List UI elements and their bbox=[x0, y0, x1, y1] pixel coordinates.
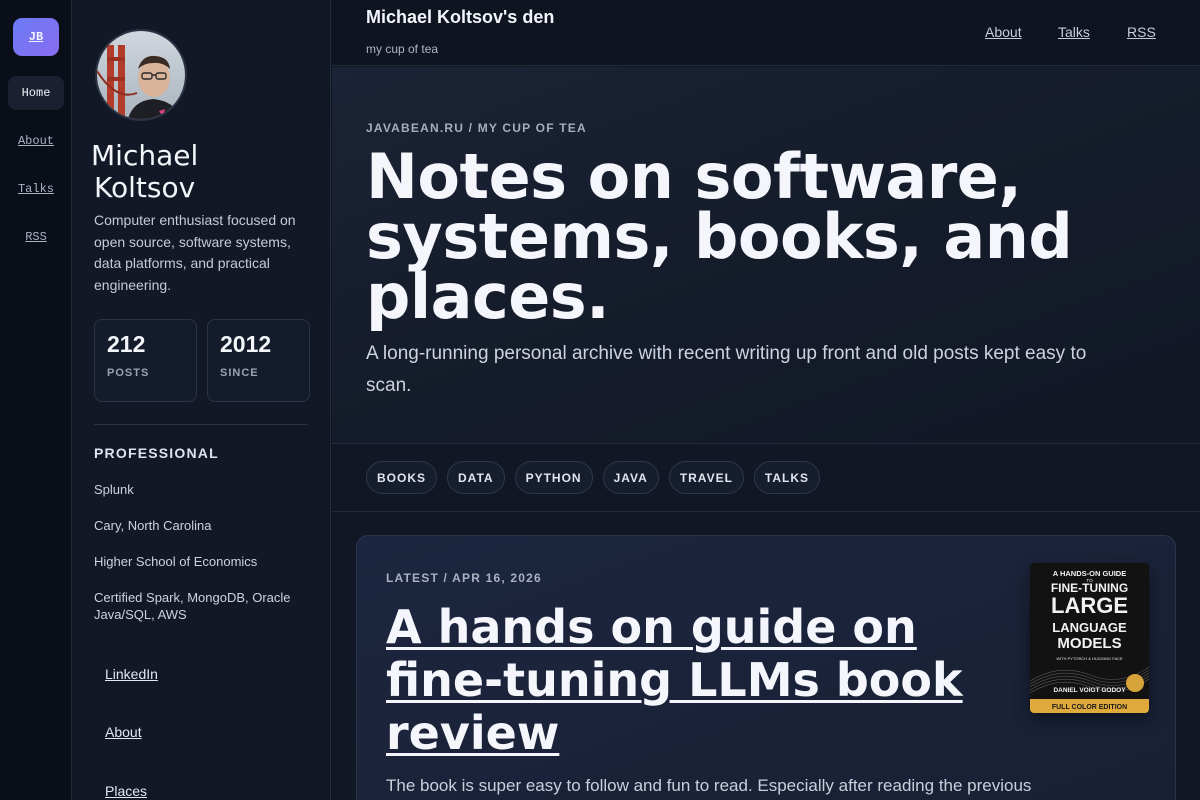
stat-posts: 212 POSTS bbox=[94, 319, 197, 402]
rail-item-home[interactable]: Home bbox=[8, 76, 64, 110]
professional-item-location: Cary, North Carolina bbox=[94, 518, 212, 533]
nav-talks-link[interactable]: Talks bbox=[1058, 24, 1090, 40]
linkedin-link[interactable]: LinkedIn bbox=[105, 666, 158, 682]
stat-since-label: SINCE bbox=[220, 367, 259, 379]
icon-rail: JB Home About Talks RSS bbox=[0, 0, 72, 800]
hero-eyebrow: JAVABEAN.RU / MY CUP OF TEA bbox=[366, 121, 587, 135]
tag-books[interactable]: BOOKS bbox=[366, 461, 438, 494]
book-cover-line1: A HANDS-ON GUIDE bbox=[1053, 569, 1126, 578]
profile-name: Michael Koltsov bbox=[91, 140, 291, 204]
sidebar-divider bbox=[94, 424, 308, 425]
book-cover-author: DANIEL VOIGT GODOY bbox=[1053, 687, 1126, 694]
book-cover-line6: MODELS bbox=[1057, 635, 1121, 652]
hero-section: JAVABEAN.RU / MY CUP OF TEA Notes on sof… bbox=[332, 67, 1200, 444]
latest-post-meta: LATEST / APR 16, 2026 bbox=[386, 571, 542, 585]
latest-post-excerpt: The book is super easy to follow and fun… bbox=[386, 776, 1032, 795]
book-cover-edition: FULL COLOR EDITION bbox=[1052, 704, 1127, 711]
tag-python[interactable]: PYTHON bbox=[514, 461, 593, 494]
tag-list: BOOKS DATA PYTHON JAVA TRAVEL TALKS bbox=[366, 461, 821, 494]
stat-posts-label: POSTS bbox=[107, 367, 150, 379]
stat-since-value: 2012 bbox=[220, 331, 272, 357]
tag-java[interactable]: JAVA bbox=[602, 461, 659, 494]
tag-data[interactable]: DATA bbox=[447, 461, 505, 494]
nav-about-link[interactable]: About bbox=[985, 24, 1022, 40]
professional-item-education: Higher School of Economics bbox=[94, 554, 258, 569]
site-title[interactable]: Michael Koltsov's den bbox=[366, 7, 554, 28]
avatar-photo bbox=[97, 31, 185, 119]
site-logo[interactable]: JB bbox=[13, 18, 59, 56]
book-cover-line5: LANGUAGE bbox=[1052, 620, 1127, 635]
rail-item-about[interactable]: About bbox=[8, 124, 64, 158]
stat-posts-value: 212 bbox=[107, 331, 146, 357]
profile-first-name: Michael bbox=[91, 139, 199, 172]
latest-post-card: LATEST / APR 16, 2026 A hands on guide o… bbox=[356, 535, 1176, 800]
hero-subtitle: A long-running personal archive with rec… bbox=[366, 343, 1087, 396]
top-bar: Michael Koltsov's den my cup of tea Abou… bbox=[332, 0, 1200, 66]
professional-item-certifications: Certified Spark, MongoDB, Oracle Java/SQ… bbox=[94, 590, 291, 622]
main-content: Michael Koltsov's den my cup of tea Abou… bbox=[332, 0, 1200, 800]
sidebar-about-link[interactable]: About bbox=[105, 724, 142, 740]
site-tagline: my cup of tea bbox=[366, 42, 439, 56]
rail-item-rss[interactable]: RSS bbox=[8, 220, 64, 254]
profile-last-name: Koltsov bbox=[94, 171, 196, 204]
hero-title: Notes on software, systems, books, and p… bbox=[366, 140, 1073, 333]
book-cover-image[interactable]: A HANDS-ON GUIDE TO FINE-TUNING LARGE LA… bbox=[1030, 563, 1149, 713]
latest-post-title[interactable]: A hands on guide on fine-tuning LLMs boo… bbox=[386, 601, 986, 760]
stat-since: 2012 SINCE bbox=[207, 319, 310, 402]
book-cover-line4: LARGE bbox=[1051, 593, 1128, 618]
profile-bio: Computer enthusiast focused on open sour… bbox=[94, 212, 296, 293]
avatar bbox=[95, 29, 187, 121]
professional-item-employer: Splunk bbox=[94, 482, 134, 497]
tag-travel[interactable]: TRAVEL bbox=[668, 461, 744, 494]
professional-heading: PROFESSIONAL bbox=[94, 445, 219, 461]
book-cover-line7: WITH PYTORCH & HUGGING FACE bbox=[1056, 656, 1123, 661]
places-link[interactable]: Places bbox=[105, 783, 147, 799]
profile-sidebar: Michael Koltsov Computer enthusiast focu… bbox=[72, 0, 331, 800]
tag-talks[interactable]: TALKS bbox=[753, 461, 821, 494]
rail-item-talks[interactable]: Talks bbox=[8, 172, 64, 206]
tags-divider bbox=[332, 511, 1200, 512]
nav-rss-link[interactable]: RSS bbox=[1127, 24, 1156, 40]
